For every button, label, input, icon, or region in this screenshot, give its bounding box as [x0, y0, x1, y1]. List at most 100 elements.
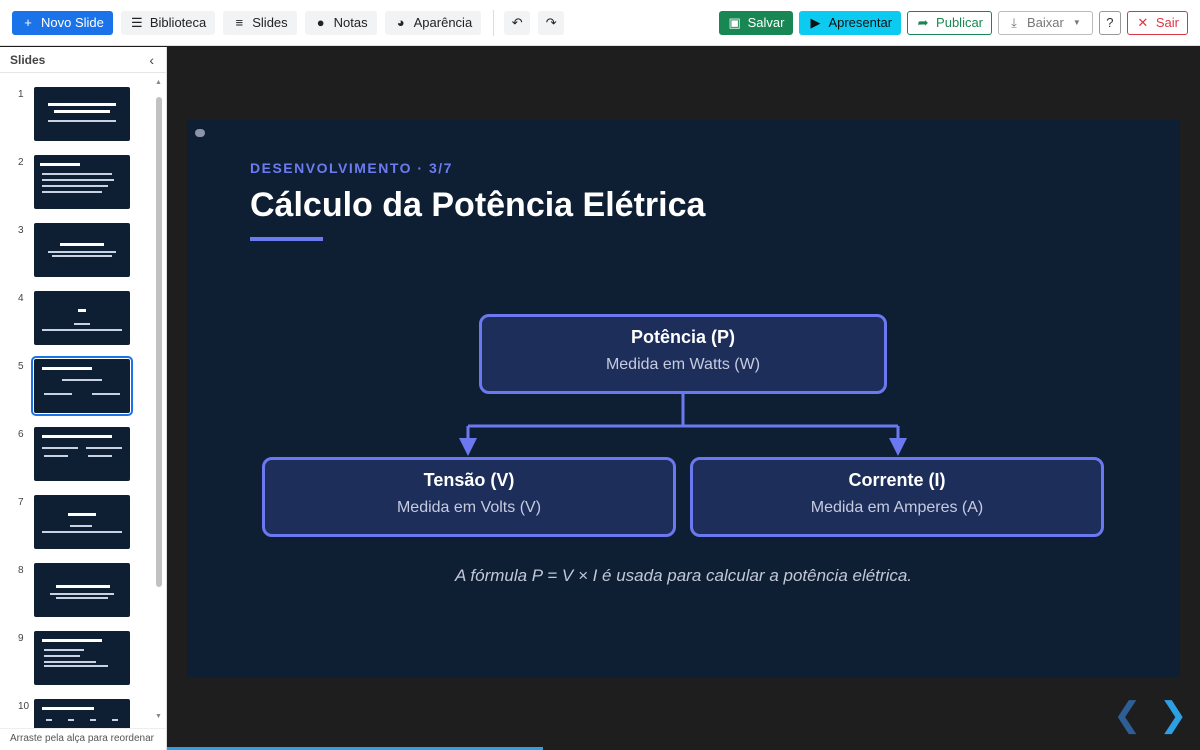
new-slide-button[interactable]: + Novo Slide	[12, 10, 113, 35]
list-icon: ≡	[235, 15, 244, 30]
slide-thumbnail-item[interactable]: 7	[0, 495, 152, 551]
slide-caption: A fórmula P = V × I é usada para calcula…	[454, 566, 913, 585]
slide-thumbnail-item[interactable]: 4	[0, 291, 152, 347]
slide-thumbnail[interactable]	[34, 427, 130, 481]
sidebar-title: Slides	[10, 52, 46, 67]
present-label: Apresentar	[828, 15, 893, 30]
thumbnail-text-line	[42, 191, 102, 193]
thumbnail-text-line	[54, 110, 110, 113]
thumbnail-text-line	[42, 639, 102, 642]
slide-thumbnail-item[interactable]: 5	[0, 356, 152, 416]
library-button[interactable]: ☰ Biblioteca	[120, 10, 216, 35]
thumbnail-text-line	[42, 531, 122, 533]
slide-thumbnail-list: 1 2 3 4 5 6 7 8 9 10	[0, 74, 152, 750]
thumbnail-text-line	[46, 719, 52, 721]
thumbnail-text-line	[70, 525, 92, 527]
thumbnail-text-line	[44, 661, 96, 663]
current-box-title: Corrente (I)	[848, 470, 946, 490]
slide-thumbnail[interactable]	[34, 87, 130, 141]
sidebar-scrollbar[interactable]: ▲ ▼	[155, 79, 163, 727]
slide-canvas[interactable]: DESENVOLVIMENTO · 3/7 Cálculo da Potênci…	[187, 120, 1180, 677]
slide-thumbnail-item[interactable]: 1	[0, 87, 152, 143]
slide-thumbnail[interactable]	[34, 631, 130, 685]
sidebar-footer-hint: Arraste pela alça para reordenar	[0, 728, 166, 750]
previous-slide-chevron-icon[interactable]: ❮	[1113, 695, 1142, 735]
redo-button[interactable]: ↷	[538, 10, 565, 35]
exit-label: Sair	[1155, 15, 1179, 30]
download-button[interactable]: ⤓ Baixar ▼	[998, 10, 1093, 35]
slide-thumbnail-item[interactable]: 6	[0, 427, 152, 483]
slides-button[interactable]: ≡ Slides	[223, 10, 297, 35]
thumbnail-text-line	[42, 367, 92, 370]
thumbnail-text-line	[42, 329, 122, 331]
speech-bubble-icon: ●	[316, 15, 325, 30]
undo-button[interactable]: ↶	[504, 10, 531, 35]
scroll-up-arrow-icon[interactable]: ▲	[155, 79, 162, 86]
play-icon: ▶	[810, 14, 821, 30]
slide-number: 1	[18, 89, 24, 100]
publish-button[interactable]: ➦ Publicar	[907, 10, 993, 35]
thumbnail-text-line	[42, 707, 94, 710]
power-box-subtitle: Medida em Watts (W)	[605, 356, 761, 373]
scroll-down-arrow-icon[interactable]: ▼	[155, 713, 162, 720]
download-icon: ⤓	[1011, 14, 1017, 30]
help-button[interactable]: ?	[1098, 10, 1121, 35]
slide-number: 9	[18, 633, 24, 644]
thumbnail-text-line	[44, 393, 72, 395]
menu-icon: ☰	[131, 14, 143, 30]
slide-number: 6	[18, 429, 24, 440]
collapse-sidebar-icon[interactable]: ‹	[149, 52, 154, 68]
exit-button[interactable]: ✕ Sair	[1126, 10, 1188, 35]
appearance-button[interactable]: ◕ Aparência	[384, 10, 482, 35]
thumbnail-text-line	[52, 255, 112, 257]
notes-button[interactable]: ● Notas	[304, 10, 377, 35]
current-box-subtitle: Medida em Amperes (A)	[810, 499, 984, 516]
thumbnail-text-line	[88, 455, 112, 457]
thumbnail-text-line	[44, 649, 84, 651]
next-slide-chevron-icon[interactable]: ❯	[1159, 695, 1188, 735]
close-icon: ✕	[1137, 14, 1149, 30]
editor-stage: DESENVOLVIMENTO · 3/7 Cálculo da Potênci…	[167, 47, 1200, 750]
help-label: ?	[1106, 15, 1114, 30]
thumbnail-text-line	[68, 719, 74, 721]
slide-number: 7	[18, 497, 24, 508]
slide-number: 2	[18, 157, 24, 168]
slide-thumbnail-item[interactable]: 3	[0, 223, 152, 279]
thumbnail-text-line	[60, 243, 104, 246]
thumbnail-text-line	[56, 585, 110, 588]
voltage-box-subtitle: Medida em Volts (V)	[396, 499, 542, 516]
notes-label: Notas	[333, 15, 368, 30]
slide-thumbnail[interactable]	[34, 495, 130, 549]
slide-thumbnail[interactable]	[31, 356, 133, 416]
thumbnail-text-line	[48, 103, 116, 106]
save-label: Salvar	[747, 15, 785, 30]
plus-icon: +	[24, 15, 32, 30]
caret-down-icon: ▼	[1072, 18, 1081, 27]
redo-icon: ↷	[545, 14, 557, 30]
palette-icon: ◕	[396, 15, 405, 30]
thumbnail-text-line	[86, 447, 122, 449]
thumbnail-text-line	[50, 593, 114, 595]
scrollbar-thumb[interactable]	[156, 97, 162, 587]
thumbnail-text-line	[42, 185, 108, 187]
thumbnail-text-line	[90, 719, 96, 721]
thumbnail-text-line	[44, 655, 80, 657]
slide-thumbnail-item[interactable]: 9	[0, 631, 152, 687]
toolbar-right-group: ▣ Salvar ▶ Apresentar ➦ Publicar ⤓ Baixa…	[713, 10, 1188, 35]
save-button[interactable]: ▣ Salvar	[718, 10, 794, 35]
voltage-box: Tensão (V) Medida em Volts (V)	[262, 457, 676, 537]
library-label: Biblioteca	[149, 15, 207, 30]
toolbar-divider	[493, 9, 495, 36]
thumbnail-text-line	[44, 455, 68, 457]
present-button[interactable]: ▶ Apresentar	[799, 10, 902, 35]
power-box-title: Potência (P)	[630, 327, 736, 347]
slides-label: Slides	[252, 15, 288, 30]
slide-thumbnail[interactable]	[34, 223, 130, 277]
toolbar: + Novo Slide ☰ Biblioteca ≡ Slides ● Not…	[0, 0, 1200, 46]
slide-thumbnail[interactable]	[34, 563, 130, 617]
slide-thumbnail-item[interactable]: 2	[0, 155, 152, 211]
slide-thumbnail-item[interactable]: 8	[0, 563, 152, 619]
thumbnail-text-line	[68, 513, 96, 516]
slide-thumbnail[interactable]	[34, 291, 130, 345]
slide-thumbnail[interactable]	[34, 155, 130, 209]
